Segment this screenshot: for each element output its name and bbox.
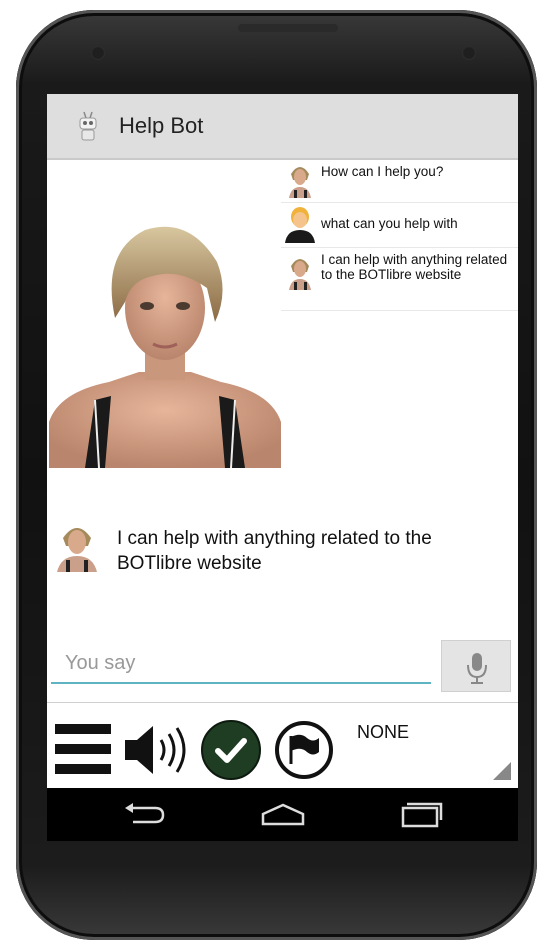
app-screen: Help Bot How can I help you? what can yo… [47,94,518,841]
spinner-corner-icon [493,762,511,780]
emote-value: NONE [357,722,410,742]
home-icon[interactable] [259,802,307,828]
divider [47,702,518,703]
app-title: Help Bot [119,113,204,138]
menu-icon[interactable] [53,720,113,778]
bot-response-text: I can help with anything related to the … [117,528,432,574]
chat-message-bot: How can I help you? [281,160,518,203]
chat-message-bot: I can help with anything related to the … [281,248,518,311]
front-sensor [91,46,105,60]
front-camera [462,46,476,60]
chat-log[interactable]: How can I help you? what can you help wi… [281,160,518,311]
mic-button[interactable] [441,640,511,692]
back-icon[interactable] [121,802,165,828]
chat-message-text: I can help with anything related to the … [321,252,508,282]
earpiece-speaker [238,24,338,32]
flag-icon[interactable] [273,720,335,780]
system-nav-bar [47,788,518,841]
microphone-icon [467,653,487,684]
chat-message-user: what can you help with [281,203,518,248]
action-bar: Help Bot [47,94,518,160]
bot-avatar [285,160,315,198]
robot-icon [79,111,97,141]
bot-avatar [285,252,315,290]
bot-avatar-large [49,226,281,468]
bot-avatar [53,518,101,572]
user-avatar [285,205,315,243]
chat-message-text: How can I help you? [321,164,444,179]
recents-icon[interactable] [397,800,443,830]
speaker-icon[interactable] [123,722,189,778]
check-icon[interactable] [199,718,263,782]
emote-spinner[interactable] [343,708,518,784]
you-say-input[interactable]: You say [51,646,431,684]
chat-message-text: what can you help with [321,216,458,231]
